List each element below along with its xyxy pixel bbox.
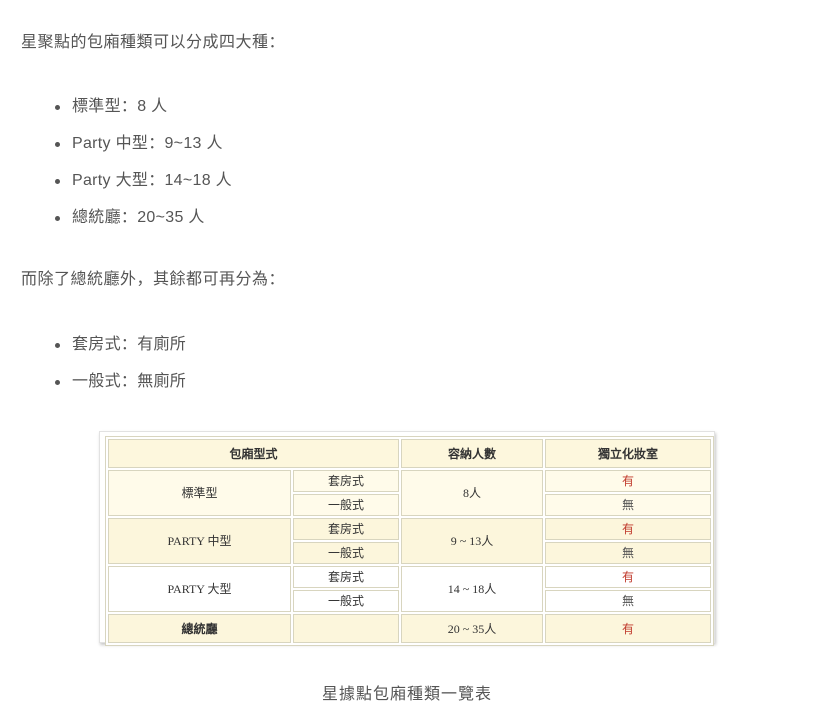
sub-type-cell: 一般式 xyxy=(293,590,399,612)
table-header-row: 包廂型式 容納人數 獨立化妝室 xyxy=(108,439,711,468)
list-item-label: 標準型：8 人 xyxy=(72,98,168,115)
capacity-cell: 9 ~ 13人 xyxy=(401,518,543,564)
list-item: Party 中型：9~13 人 xyxy=(50,134,232,171)
vanity-cell: 有 xyxy=(545,518,711,540)
header-capacity: 容納人數 xyxy=(401,439,543,468)
room-type-cell: PARTY 大型 xyxy=(108,566,291,612)
table-image-frame: 包廂型式 容納人數 獨立化妝室 標準型 套房式 8人 有 一般式 無 PARTY… xyxy=(99,431,715,646)
header-vanity: 獨立化妝室 xyxy=(545,439,711,468)
list-item: 總統廳：20~35 人 xyxy=(50,208,232,245)
vanity-cell: 有 xyxy=(545,566,711,588)
list-item: 套房式：有廁所 xyxy=(50,335,186,372)
vanity-cell: 無 xyxy=(545,542,711,564)
table-row: PARTY 大型 套房式 14 ~ 18人 有 xyxy=(108,566,711,612)
sub-type-cell: 套房式 xyxy=(293,518,399,540)
bullet-icon xyxy=(55,142,60,147)
list-item-label: Party 大型：14~18 人 xyxy=(72,172,232,189)
table-row: 標準型 套房式 8人 有 xyxy=(108,470,711,516)
bullet-icon xyxy=(55,105,60,110)
list-item: 一般式：無廁所 xyxy=(50,372,186,409)
sub-type-cell: 套房式 xyxy=(293,566,399,588)
bullet-icon xyxy=(55,179,60,184)
capacity-cell: 8人 xyxy=(401,470,543,516)
subdivision-paragraph: 而除了總統廳外，其餘都可再分為： xyxy=(21,271,286,288)
sub-type-cell: 套房式 xyxy=(293,470,399,492)
table-row-president: 總統廳 20 ~ 35人 有 xyxy=(108,614,711,643)
room-types-list: 標準型：8 人 Party 中型：9~13 人 Party 大型：14~18 人… xyxy=(50,97,232,245)
bullet-icon xyxy=(55,380,60,385)
sub-type-cell xyxy=(293,614,399,643)
sub-type-cell: 一般式 xyxy=(293,542,399,564)
sub-type-cell: 一般式 xyxy=(293,494,399,516)
list-item-label: 總統廳：20~35 人 xyxy=(72,209,205,226)
sub-types-list: 套房式：有廁所 一般式：無廁所 xyxy=(50,335,186,409)
capacity-cell: 14 ~ 18人 xyxy=(401,566,543,612)
bullet-icon xyxy=(55,216,60,221)
vanity-cell: 有 xyxy=(545,614,711,643)
list-item-label: 一般式：無廁所 xyxy=(72,373,187,390)
list-item-label: Party 中型：9~13 人 xyxy=(72,135,223,152)
list-item-label: 套房式：有廁所 xyxy=(72,336,187,353)
list-item: 標準型：8 人 xyxy=(50,97,232,134)
vanity-cell: 無 xyxy=(545,590,711,612)
table-caption: 星據點包廂種類一覽表 xyxy=(321,686,492,703)
table-row: PARTY 中型 套房式 9 ~ 13人 有 xyxy=(108,518,711,564)
vanity-cell: 有 xyxy=(545,470,711,492)
list-item: Party 大型：14~18 人 xyxy=(50,171,232,208)
intro-paragraph: 星聚點的包廂種類可以分成四大種： xyxy=(21,34,286,51)
room-types-table: 包廂型式 容納人數 獨立化妝室 標準型 套房式 8人 有 一般式 無 PARTY… xyxy=(105,436,714,646)
capacity-cell: 20 ~ 35人 xyxy=(401,614,543,643)
room-type-cell: PARTY 中型 xyxy=(108,518,291,564)
bullet-icon xyxy=(55,343,60,348)
room-type-cell: 標準型 xyxy=(108,470,291,516)
vanity-cell: 無 xyxy=(545,494,711,516)
room-type-cell: 總統廳 xyxy=(108,614,291,643)
header-room-type: 包廂型式 xyxy=(108,439,399,468)
